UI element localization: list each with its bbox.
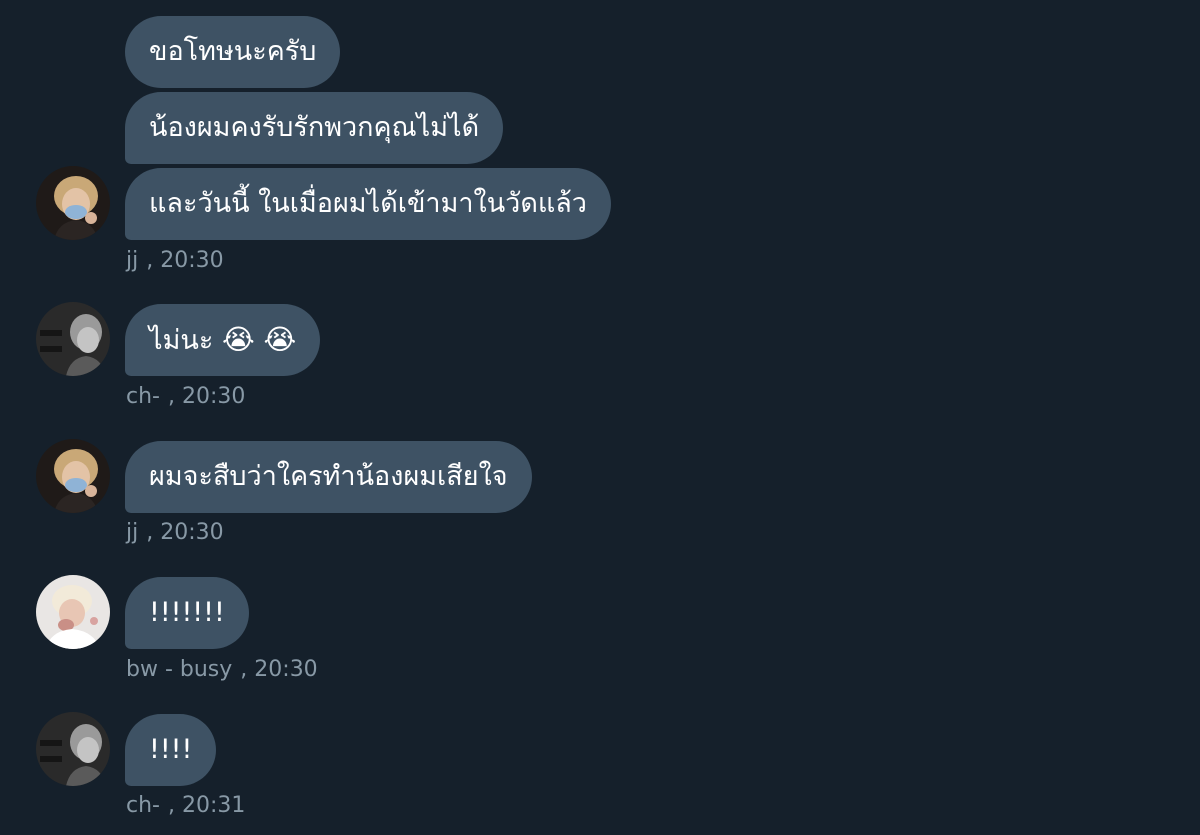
avatar[interactable] bbox=[36, 302, 110, 376]
sender-name: ch- bbox=[126, 793, 160, 818]
message-bubble[interactable]: ไม่นะ 😭 😭 bbox=[125, 304, 321, 376]
sender-name: bw - busy bbox=[126, 657, 233, 682]
message-bubble[interactable]: !!!!!!! bbox=[125, 577, 249, 649]
message-meta: jj, 20:30 bbox=[126, 520, 224, 545]
timestamp: 20:30 bbox=[181, 384, 246, 409]
message-text: และวันนี้ ในเมื่อผมได้เข้ามาในวัดแล้ว bbox=[149, 188, 587, 219]
message-bubble[interactable]: ผมจะสืบว่าใครทำน้องผมเสียใจ bbox=[125, 441, 532, 513]
message-text: !!!!!!! bbox=[149, 597, 225, 628]
avatar[interactable] bbox=[36, 166, 110, 240]
avatar[interactable] bbox=[36, 439, 110, 513]
timestamp: 20:30 bbox=[254, 657, 318, 682]
message-bubble[interactable]: ขอโทษนะครับ bbox=[125, 16, 341, 88]
message-bubble[interactable]: น้องผมคงรับรักพวกคุณไม่ได้ bbox=[125, 92, 504, 164]
message-bubble[interactable]: และวันนี้ ในเมื่อผมได้เข้ามาในวัดแล้ว bbox=[125, 168, 611, 240]
message-meta: bw - busy, 20:30 bbox=[126, 657, 318, 682]
crying-emoji: 😭 😭 bbox=[221, 323, 297, 356]
message-bubble[interactable]: !!!! bbox=[125, 714, 217, 786]
message-text: น้องผมคงรับรักพวกคุณไม่ได้ bbox=[149, 112, 480, 143]
person-face-mask-icon bbox=[36, 439, 110, 513]
message-text: ผมจะสืบว่าใครทำน้องผมเสียใจ bbox=[149, 461, 508, 492]
timestamp: 20:30 bbox=[160, 520, 224, 545]
person-blonde-icon bbox=[36, 575, 110, 649]
message-text: !!!! bbox=[149, 734, 193, 765]
avatar[interactable] bbox=[36, 575, 110, 649]
avatar[interactable] bbox=[36, 712, 110, 786]
timestamp: 20:31 bbox=[181, 793, 246, 818]
person-grayscale-icon bbox=[36, 302, 110, 376]
message-meta: ch-, 20:30 bbox=[126, 384, 246, 409]
person-face-mask-icon bbox=[36, 166, 110, 240]
message-meta: ch-, 20:31 bbox=[126, 793, 246, 818]
message-text: ขอโทษนะครับ bbox=[149, 36, 317, 67]
person-grayscale-icon bbox=[36, 712, 110, 786]
timestamp: 20:30 bbox=[160, 248, 224, 273]
sender-name: jj bbox=[126, 248, 139, 273]
message-text: ไม่นะ bbox=[149, 325, 214, 356]
message-meta: jj, 20:30 bbox=[126, 248, 224, 273]
sender-name: jj bbox=[126, 520, 139, 545]
sender-name: ch- bbox=[126, 384, 160, 409]
